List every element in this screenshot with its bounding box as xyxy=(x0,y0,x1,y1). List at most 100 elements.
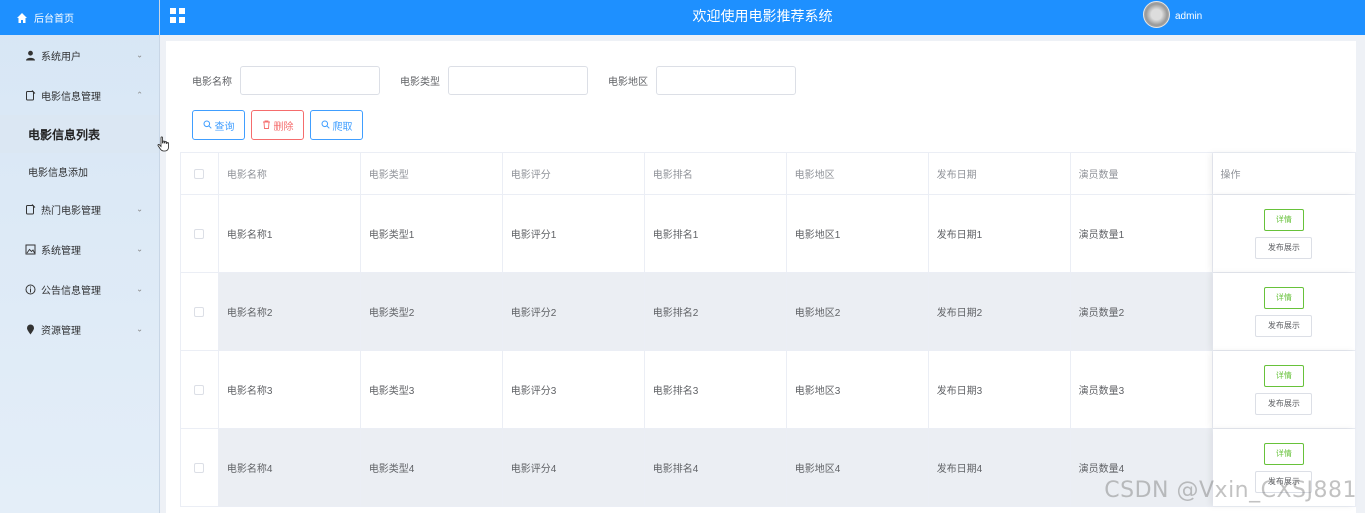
column-header: 电影地区 xyxy=(787,153,929,194)
image-icon xyxy=(24,243,36,255)
table-cell: 电影地区1 xyxy=(787,195,929,272)
row-actions: 详情 发布展示 xyxy=(1212,195,1357,272)
sidebar-home[interactable]: 后台首页 xyxy=(0,0,159,35)
table-row: 电影名称1 电影类型1 电影评分1 电影排名1 电影地区1 发布日期1 演员数量… xyxy=(181,195,1357,273)
detail-button[interactable]: 详情 xyxy=(1263,364,1304,387)
row-actions: 详情 发布展示 xyxy=(1212,273,1357,350)
search-label-type: 电影类型 xyxy=(400,77,440,88)
row-checkbox[interactable] xyxy=(194,384,205,395)
search-field-region: 电影地区 xyxy=(608,66,796,95)
row-check-cell xyxy=(181,351,219,428)
column-header: 电影评分 xyxy=(503,153,645,194)
search-field-name: 电影名称 xyxy=(192,66,380,95)
movie-table: 电影名称 电影类型 电影评分 电影排名 电影地区 发布日期 演员数量 操作 电影… xyxy=(180,152,1357,507)
detail-button[interactable]: 详情 xyxy=(1263,286,1304,309)
table-header-row: 电影名称 电影类型 电影评分 电影排名 电影地区 发布日期 演员数量 操作 xyxy=(181,153,1356,195)
home-icon xyxy=(16,12,28,24)
table-cell: 发布日期3 xyxy=(929,351,1071,428)
document-icon xyxy=(24,203,36,215)
column-header-actions: 操作 xyxy=(1212,153,1356,194)
sidebar-item-hot-movies[interactable]: 热门电影管理 ⌄ xyxy=(0,189,159,229)
column-header: 电影类型 xyxy=(361,153,503,194)
row-check-cell xyxy=(181,429,219,506)
sidebar-subitem-movie-list[interactable]: 电影信息列表 xyxy=(0,115,159,153)
table-cell: 演员数量1 xyxy=(1071,195,1213,272)
search-icon xyxy=(203,120,212,131)
movie-name-input[interactable] xyxy=(240,66,380,95)
search-icon xyxy=(321,120,330,131)
table-cell: 演员数量2 xyxy=(1071,273,1213,350)
chevron-down-icon: ⌄ xyxy=(136,50,143,60)
select-all-cell xyxy=(181,153,219,194)
sidebar-item-label: 电影信息管理 xyxy=(41,91,101,103)
sidebar-item-system-management[interactable]: 系统管理 ⌄ xyxy=(0,229,159,269)
query-button[interactable]: 查询 xyxy=(192,110,245,140)
sidebar-item-label: 公告信息管理 xyxy=(41,285,101,297)
sidebar-item-label: 资源管理 xyxy=(41,325,81,337)
delete-button[interactable]: 删除 xyxy=(251,110,304,140)
sidebar-subitem-label: 电影信息添加 xyxy=(28,167,88,179)
sidebar-subitem-movie-add[interactable]: 电影信息添加 xyxy=(0,153,159,189)
query-button-label: 查询 xyxy=(214,121,235,133)
sidebar-item-resources[interactable]: 资源管理 ⌄ xyxy=(0,309,159,349)
top-header: 欢迎使用电影推荐系统 admin xyxy=(160,0,1365,35)
select-all-checkbox[interactable] xyxy=(194,168,205,179)
table-cell: 发布日期4 xyxy=(929,429,1071,506)
table-cell: 电影类型1 xyxy=(361,195,503,272)
trash-icon xyxy=(262,120,271,131)
watermark: CSDN @Vxin_CXSJ881 xyxy=(1104,478,1357,503)
table-row: 电影名称3 电影类型3 电影评分3 电影排名3 电影地区3 发布日期3 演员数量… xyxy=(181,351,1357,429)
detail-button[interactable]: 详情 xyxy=(1263,442,1304,465)
column-header: 电影排名 xyxy=(645,153,787,194)
crawl-button[interactable]: 爬取 xyxy=(310,110,363,140)
movie-type-input[interactable] xyxy=(448,66,588,95)
document-icon xyxy=(24,89,36,101)
row-checkbox[interactable] xyxy=(194,462,205,473)
sidebar-item-announcement[interactable]: 公告信息管理 ⌄ xyxy=(0,269,159,309)
publish-button[interactable]: 发布展示 xyxy=(1255,392,1313,415)
row-checkbox[interactable] xyxy=(194,228,205,239)
username[interactable]: admin xyxy=(1175,11,1202,22)
table-cell: 电影地区3 xyxy=(787,351,929,428)
main-content: 电影名称 电影类型 电影地区 查询 删除 爬取 电影名称 电影类型 电影评分 电… xyxy=(166,41,1357,513)
table-cell: 电影名称4 xyxy=(219,429,361,506)
movie-region-input[interactable] xyxy=(656,66,796,95)
avatar[interactable] xyxy=(1143,1,1170,28)
row-checkbox[interactable] xyxy=(194,306,205,317)
crawl-button-label: 爬取 xyxy=(332,121,353,133)
column-header: 电影名称 xyxy=(219,153,361,194)
column-header: 演员数量 xyxy=(1071,153,1213,194)
search-label-name: 电影名称 xyxy=(192,77,232,88)
info-icon xyxy=(24,283,36,295)
detail-button[interactable]: 详情 xyxy=(1263,208,1304,231)
sidebar-item-label: 系统管理 xyxy=(41,245,81,257)
chevron-down-icon: ⌄ xyxy=(136,204,143,214)
row-check-cell xyxy=(181,195,219,272)
publish-button[interactable]: 发布展示 xyxy=(1255,314,1313,337)
chevron-down-icon: ⌄ xyxy=(136,284,143,294)
search-form: 电影名称 电影类型 电影地区 xyxy=(192,66,816,95)
sidebar-item-system-users[interactable]: 系统用户 ⌄ xyxy=(0,35,159,75)
table-cell: 电影评分4 xyxy=(503,429,645,506)
location-icon xyxy=(24,323,36,335)
table-cell: 电影类型4 xyxy=(361,429,503,506)
table-cell: 发布日期2 xyxy=(929,273,1071,350)
sidebar: 后台首页 系统用户 ⌄ 电影信息管理 ⌃ 电影信息列表 电影信息添加 热门电影管… xyxy=(0,0,160,513)
chevron-down-icon: ⌄ xyxy=(136,244,143,254)
sidebar-item-label: 热门电影管理 xyxy=(41,205,101,217)
table-cell: 电影地区2 xyxy=(787,273,929,350)
publish-button[interactable]: 发布展示 xyxy=(1255,236,1313,259)
row-actions: 详情 发布展示 xyxy=(1212,351,1357,428)
sidebar-item-movie-info[interactable]: 电影信息管理 ⌃ xyxy=(0,75,159,115)
table-cell: 电影名称3 xyxy=(219,351,361,428)
table-cell: 电影类型3 xyxy=(361,351,503,428)
table-row: 电影名称2 电影类型2 电影评分2 电影排名2 电影地区2 发布日期2 演员数量… xyxy=(181,273,1357,351)
chevron-down-icon: ⌄ xyxy=(136,324,143,334)
action-bar: 查询 删除 爬取 xyxy=(192,110,369,140)
sidebar-home-label: 后台首页 xyxy=(34,14,74,25)
table-cell: 电影排名1 xyxy=(645,195,787,272)
table-cell: 电影名称1 xyxy=(219,195,361,272)
sidebar-subitem-label: 电影信息列表 xyxy=(28,127,101,142)
table-cell: 电影评分1 xyxy=(503,195,645,272)
table-cell: 发布日期1 xyxy=(929,195,1071,272)
